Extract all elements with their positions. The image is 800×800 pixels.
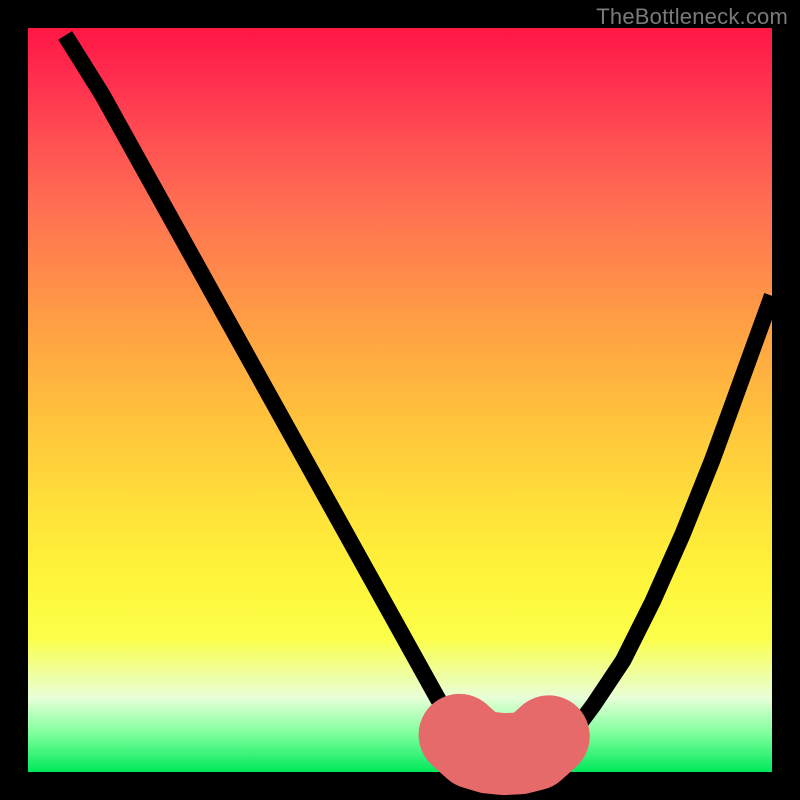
optimal-zone-marker	[460, 735, 549, 754]
watermark-label: TheBottleneck.com	[596, 4, 788, 30]
left-performance-curve	[65, 35, 474, 749]
bottleneck-chart	[28, 28, 772, 772]
chart-plot	[28, 28, 772, 772]
right-performance-curve	[549, 296, 772, 750]
